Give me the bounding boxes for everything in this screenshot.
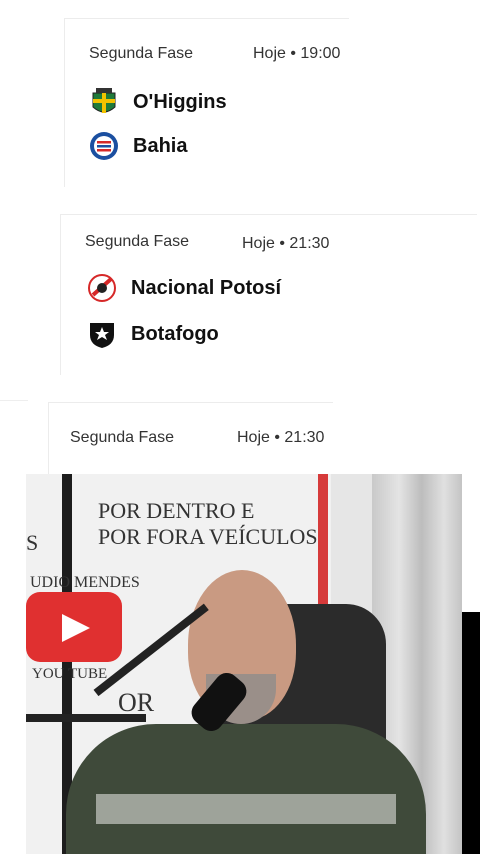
home-team-name: O'Higgins [133,90,227,113]
banner-left-letter: S [26,530,39,555]
banner-studio: UDIO MENDES [30,574,140,591]
match-card-2[interactable]: Segunda Fase Hoje • 21:30 Nacional Potos… [60,214,477,375]
match-stage: Segunda Fase [89,45,194,62]
away-team: Botafogo [87,319,219,349]
youtube-logo-icon [26,592,122,662]
match-stage: Segunda Fase [85,233,190,250]
match-time: Hoje • 19:00 [253,45,341,62]
webcam-video-overlay[interactable]: POR DENTRO E POR FORA VEÍCULOS S UDIO ME… [26,474,462,854]
shirt-stripe [96,794,396,824]
away-team: Bahia [89,131,187,161]
banner-line-1: POR DENTRO E [98,498,255,523]
match-card-1[interactable]: Segunda Fase Hoje • 19:00 O'Higgins Bahi… [64,18,349,187]
black-edge [462,612,480,854]
nacional-potosi-crest-icon [88,274,116,302]
bahia-crest-icon [90,132,118,160]
banner-youtube: YOU TUBE [32,666,108,682]
match-time: Hoje • 21:30 [237,429,325,446]
home-team-name: Nacional Potosí [131,276,282,299]
ohiggins-crest-icon [92,88,116,113]
home-team: Nacional Potosí [87,273,281,303]
away-team-name: Bahia [133,134,188,157]
person-shirt [66,724,426,854]
botafogo-crest-icon [90,323,114,348]
match-card-3[interactable]: Segunda Fase Hoje • 21:30 [48,402,333,475]
mic-arm [26,714,146,722]
match-time: Hoje • 21:30 [242,235,330,252]
banner-line-2: POR FORA VEÍCULOS [98,524,318,549]
away-team-name: Botafogo [131,322,219,345]
divider [0,400,28,401]
match-stage: Segunda Fase [70,429,175,446]
home-team: O'Higgins [89,87,227,117]
